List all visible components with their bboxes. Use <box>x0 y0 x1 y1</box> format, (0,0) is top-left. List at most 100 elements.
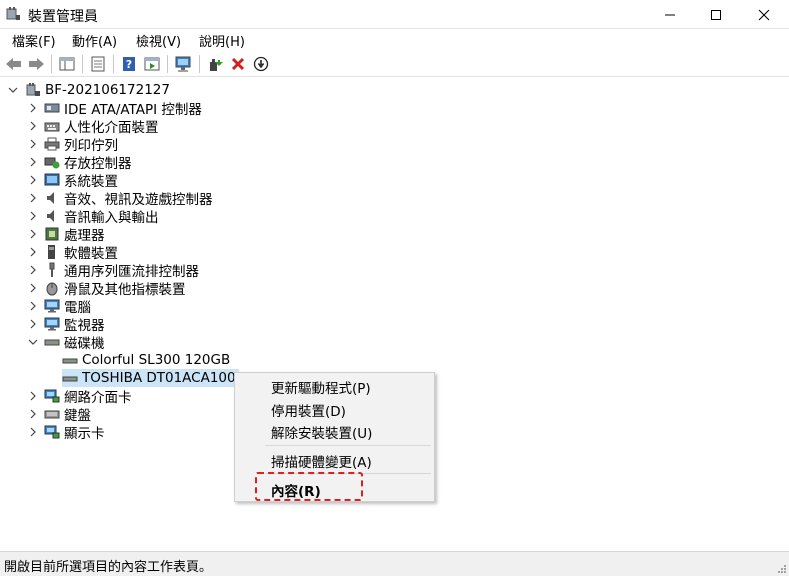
tree-category[interactable]: 存放控制器 <box>44 153 132 172</box>
category-toggle[interactable] <box>27 189 39 207</box>
tree-category[interactable]: 處理器 <box>44 225 105 244</box>
forward-button[interactable] <box>26 54 46 74</box>
display-adapter-icon <box>44 425 60 439</box>
hard-drive-icon <box>62 358 78 364</box>
chevron-down-icon <box>28 339 38 345</box>
monitor-icon <box>44 317 60 331</box>
tree-category[interactable]: 監視器 <box>44 315 105 334</box>
tree-category-label: 人性化介面裝置 <box>64 120 159 136</box>
tree-category-label: 軟體裝置 <box>64 246 118 262</box>
update-driver-button[interactable] <box>205 54 225 74</box>
properties-button[interactable] <box>88 54 108 74</box>
menu-action[interactable]: 動作(A) <box>72 31 117 50</box>
menu-uninstall-device[interactable]: 解除安裝裝置(U) <box>271 422 372 442</box>
scan-hardware-button[interactable] <box>173 54 193 74</box>
toolbar-separator <box>199 55 200 73</box>
tree-disk-item[interactable]: TOSHIBA DT01ACA100 <box>62 369 239 387</box>
title-bar: 裝置管理員 <box>0 0 789 29</box>
tree-category-label: 磁碟機 <box>64 336 105 352</box>
tree-category[interactable]: 系統裝置 <box>44 171 118 190</box>
category-toggle[interactable] <box>27 171 39 189</box>
category-toggle[interactable] <box>27 261 39 279</box>
tree-category-label: 通用序列匯流排控制器 <box>64 264 199 280</box>
chevron-right-icon <box>30 283 36 293</box>
hid-icon <box>44 122 60 132</box>
chevron-right-icon <box>30 319 36 329</box>
category-toggle[interactable] <box>27 135 39 153</box>
chevron-right-icon <box>30 265 36 275</box>
close-icon <box>758 9 770 20</box>
window-title: 裝置管理員 <box>28 9 98 25</box>
category-toggle[interactable] <box>27 225 39 243</box>
category-toggle[interactable] <box>27 315 39 333</box>
tree-disk-item[interactable]: Colorful SL300 120GB <box>62 351 230 369</box>
menu-view[interactable]: 檢視(V) <box>136 31 181 50</box>
status-bar: 開啟目前所選項目的內容工作表頁。 <box>0 551 789 576</box>
chevron-right-icon <box>30 301 36 311</box>
category-toggle[interactable] <box>27 333 39 351</box>
tree-category-label: 網路介面卡 <box>64 390 132 406</box>
maximize-icon <box>711 9 721 20</box>
root-collapse-toggle[interactable] <box>7 81 19 99</box>
maximize-button[interactable] <box>693 0 739 29</box>
tree-category[interactable]: 網路介面卡 <box>44 387 132 406</box>
speaker-icon <box>47 192 54 204</box>
tree-category[interactable]: 軟體裝置 <box>44 243 118 262</box>
system-devices-icon <box>44 173 60 186</box>
tree-category[interactable]: IDE ATA/ATAPI 控制器 <box>44 99 202 118</box>
menu-update-driver[interactable]: 更新驅動程式(P) <box>271 377 371 397</box>
scan-hardware-icon <box>175 56 191 72</box>
category-toggle[interactable] <box>27 423 39 441</box>
minimize-button[interactable] <box>647 0 693 29</box>
tree-category[interactable]: 顯示卡 <box>44 423 105 442</box>
keyboard-icon <box>44 410 60 419</box>
category-toggle[interactable] <box>27 405 39 423</box>
network-adapter-icon <box>44 389 60 403</box>
tree-category[interactable]: 電腦 <box>44 297 91 316</box>
category-toggle[interactable] <box>27 153 39 171</box>
chevron-down-icon <box>8 87 18 93</box>
help-button[interactable]: ? <box>119 54 139 74</box>
disable-button[interactable] <box>251 54 271 74</box>
update-driver-icon <box>210 59 223 71</box>
close-button[interactable] <box>741 0 787 29</box>
resize-grip-icon[interactable] <box>777 564 787 574</box>
chevron-right-icon <box>30 247 36 257</box>
category-toggle[interactable] <box>27 207 39 225</box>
menu-help[interactable]: 說明(H) <box>199 31 245 50</box>
uninstall-icon <box>231 57 245 71</box>
ide-controller-icon <box>44 103 60 113</box>
tree-root[interactable]: BF-202106172127 <box>25 81 170 99</box>
disable-icon <box>253 56 269 72</box>
tree-category[interactable]: 磁碟機 <box>44 333 105 352</box>
tree-category-label: IDE ATA/ATAPI 控制器 <box>64 102 202 118</box>
printer-icon <box>44 137 60 151</box>
minimize-icon <box>665 14 675 15</box>
tree-category-label: 系統裝置 <box>64 174 118 190</box>
category-toggle[interactable] <box>27 279 39 297</box>
menu-scan-hardware[interactable]: 掃描硬體變更(A) <box>271 451 372 471</box>
tree-category-label: 音訊輸入與輸出 <box>64 210 159 226</box>
tree-category-label: 存放控制器 <box>64 156 132 172</box>
tree-category[interactable]: 音訊輸入與輸出 <box>44 207 159 226</box>
category-toggle[interactable] <box>27 297 39 315</box>
category-toggle[interactable] <box>27 117 39 135</box>
tree-category[interactable]: 人性化介面裝置 <box>44 117 159 136</box>
action-pane-button[interactable] <box>142 54 162 74</box>
menu-file[interactable]: 檔案(F) <box>12 31 56 50</box>
console-tree-button[interactable] <box>57 54 77 74</box>
tree-category[interactable]: 列印佇列 <box>44 135 118 154</box>
chevron-right-icon <box>30 175 36 185</box>
menu-disable-device[interactable]: 停用裝置(D) <box>271 400 346 420</box>
toolbar-separator <box>51 55 52 73</box>
tree-category[interactable]: 通用序列匯流排控制器 <box>44 261 199 280</box>
back-button[interactable] <box>4 54 24 74</box>
category-toggle[interactable] <box>27 243 39 261</box>
tree-category[interactable]: 音效、視訊及遊戲控制器 <box>44 189 213 208</box>
tree-category[interactable]: 滑鼠及其他指標裝置 <box>44 279 186 298</box>
category-toggle[interactable] <box>27 387 39 405</box>
uninstall-button[interactable] <box>228 54 248 74</box>
category-toggle[interactable] <box>27 99 39 117</box>
audio-io-icon <box>47 210 54 222</box>
tree-category[interactable]: 鍵盤 <box>44 405 91 424</box>
